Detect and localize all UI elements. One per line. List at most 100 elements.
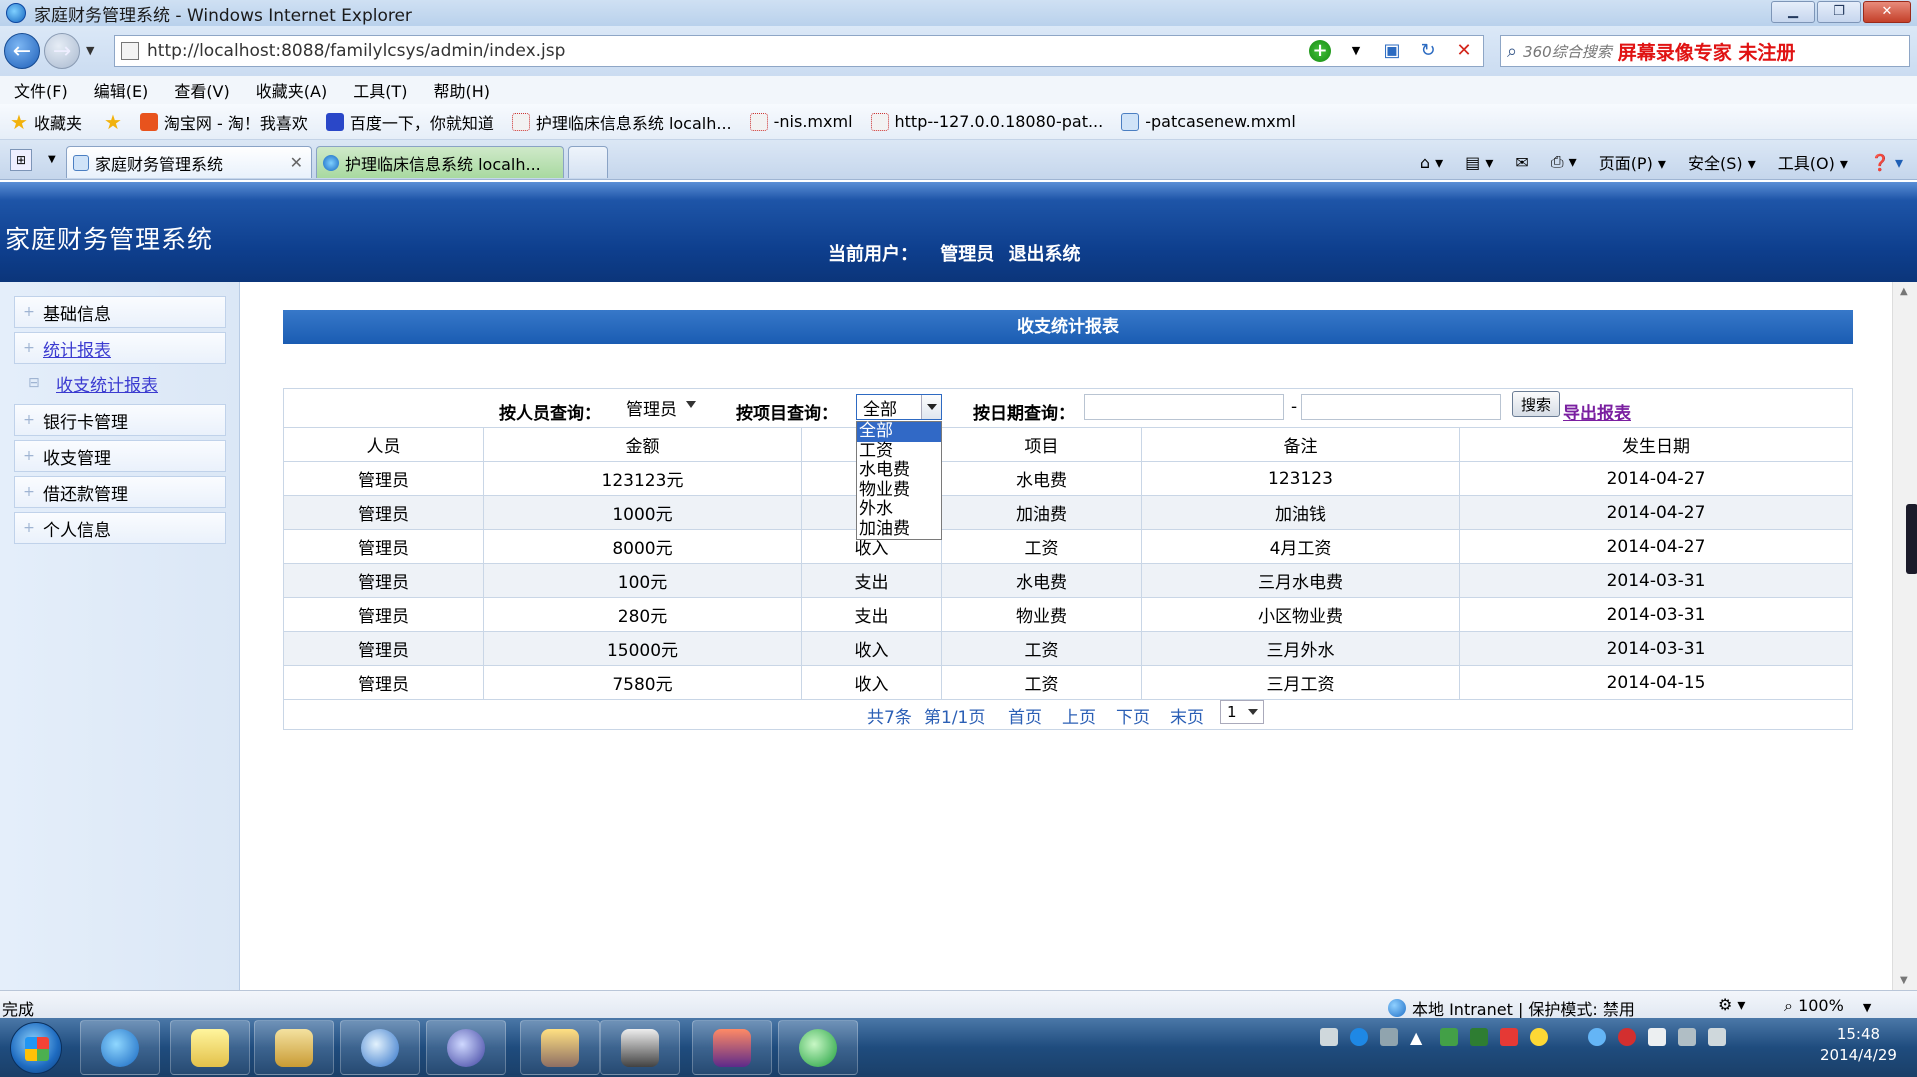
menu-view[interactable]: 查看(V): [174, 78, 229, 102]
address-bar[interactable]: http://localhost:8088/familylcsys/admin/…: [114, 35, 1484, 67]
export-report-link[interactable]: 导出报表: [1563, 399, 1631, 424]
print-icon[interactable]: ⎙ ▾: [1551, 152, 1577, 172]
taskbar-agent[interactable]: [600, 1020, 680, 1075]
fav-item-nis[interactable]: -nis.mxml: [749, 112, 853, 131]
search-button[interactable]: 搜索: [1512, 391, 1561, 417]
fav-item-patcase[interactable]: -patcasenew.mxml: [1121, 112, 1296, 131]
menu-tools[interactable]: 工具(T): [353, 78, 407, 102]
safety-menu[interactable]: 安全(S) ▾: [1688, 150, 1756, 174]
menu-edit[interactable]: 编辑(E): [94, 78, 149, 102]
item-select[interactable]: 全部: [856, 394, 942, 420]
close-window-button[interactable]: ✕: [1863, 1, 1911, 23]
fav-item-nursing[interactable]: 护理临床信息系统 localh...: [511, 110, 732, 134]
qq-tray-icon[interactable]: [1588, 1028, 1606, 1046]
pin-icon[interactable]: [1380, 1028, 1398, 1046]
weibo-icon[interactable]: [1618, 1028, 1636, 1046]
recent-pages-dropdown-icon[interactable]: ▼: [86, 44, 94, 57]
volume-icon[interactable]: [1708, 1028, 1726, 1046]
device-icon[interactable]: [1648, 1028, 1666, 1046]
mail-icon[interactable]: ✉: [1515, 153, 1528, 172]
taskbar-360[interactable]: [778, 1020, 858, 1075]
add-favorite-icon[interactable]: ★: [104, 110, 122, 134]
tools-menu[interactable]: 工具(O) ▾: [1778, 150, 1848, 174]
keyboard-icon[interactable]: [1320, 1028, 1338, 1046]
favorites-button[interactable]: ★ 收藏夹: [10, 110, 82, 134]
menu-file[interactable]: 文件(F): [14, 78, 68, 102]
new-tab-button[interactable]: [568, 146, 608, 178]
zoom-control[interactable]: ⌕ 100% ▼: [1784, 996, 1871, 1016]
help-icon[interactable]: [1350, 1028, 1368, 1046]
start-button[interactable]: [10, 1022, 62, 1074]
browser-search-box[interactable]: ⌕ 360综合搜索 屏幕录像专家 未注册: [1500, 35, 1910, 67]
sidebar-item-statistics[interactable]: + 统计报表: [14, 332, 226, 364]
fav-item-baidu[interactable]: 百度一下，你就知道: [325, 110, 494, 134]
protected-mode-icon[interactable]: ⚙ ▾: [1718, 995, 1745, 1014]
address-dropdown-icon[interactable]: ▼: [1345, 40, 1367, 62]
person-select[interactable]: 管理员: [619, 394, 703, 420]
stop-icon[interactable]: ✕: [1453, 40, 1475, 62]
shield-icon[interactable]: [1470, 1028, 1488, 1046]
refresh-icon[interactable]: ↻: [1417, 40, 1439, 62]
taskbar-javaee-ide[interactable]: [692, 1020, 772, 1075]
dropdown-option[interactable]: 全部: [857, 422, 941, 442]
sidebar-item-bank-cards[interactable]: + 银行卡管理: [14, 404, 226, 436]
add-icon[interactable]: +: [1309, 40, 1331, 62]
dropdown-option[interactable]: 物业费: [857, 480, 941, 501]
taskbar-folder[interactable]: [170, 1020, 250, 1075]
next-page-link[interactable]: 下页: [1116, 703, 1150, 728]
first-page-link[interactable]: 首页: [1008, 703, 1042, 728]
vertical-scrollbar[interactable]: ▲ ▼: [1892, 282, 1917, 990]
feeds-icon[interactable]: ▤ ▾: [1465, 153, 1493, 172]
tab-nursing-system[interactable]: 护理临床信息系统 localh...: [316, 146, 564, 178]
signal-icon[interactable]: [1678, 1028, 1696, 1046]
tab-family-finance[interactable]: 家庭财务管理系统 ✕: [66, 146, 312, 178]
sidebar-item-basic-info[interactable]: + 基础信息: [14, 296, 226, 328]
forward-button[interactable]: →: [44, 33, 80, 69]
dropdown-option[interactable]: 水电费: [857, 461, 941, 481]
taskbar-explorer[interactable]: [254, 1020, 334, 1075]
home-icon[interactable]: ⌂ ▾: [1420, 153, 1443, 172]
scroll-up-icon[interactable]: ▲: [1900, 286, 1908, 297]
taskbar-qq[interactable]: [340, 1020, 420, 1075]
help-icon[interactable]: ❓ ▾: [1870, 153, 1903, 172]
prev-page-link[interactable]: 上页: [1062, 703, 1096, 728]
address-url[interactable]: http://localhost:8088/familylcsys/admin/…: [147, 41, 565, 61]
start-date-input[interactable]: [1084, 394, 1284, 420]
fav-item-pat[interactable]: http--127.0.0.18080-pat...: [870, 112, 1103, 131]
menu-favorites[interactable]: 收藏夹(A): [256, 78, 327, 102]
sidebar-item-personal-info[interactable]: + 个人信息: [14, 512, 226, 544]
taskbar-ie[interactable]: [80, 1020, 160, 1075]
sidebar: + 基础信息 + 统计报表 ⊟ 收支统计报表 + 银行卡管理 + 收支管理 + …: [0, 282, 240, 990]
dropdown-option[interactable]: 外水: [857, 500, 941, 520]
menu-help[interactable]: 帮助(H): [433, 78, 490, 102]
quick-tabs-icon[interactable]: ⊞: [10, 149, 32, 171]
security-zone[interactable]: 本地 Intranet | 保护模式: 禁用: [1388, 996, 1635, 1020]
sidebar-item-income-expense-report[interactable]: ⊟ 收支统计报表: [28, 370, 226, 396]
fav-item-taobao[interactable]: 淘宝网 - 淘！我喜欢: [139, 110, 308, 134]
taskbar-eclipse[interactable]: [426, 1020, 506, 1075]
plus-icon[interactable]: [1530, 1028, 1548, 1046]
restore-button[interactable]: ❐: [1817, 1, 1861, 23]
flag-icon[interactable]: [1500, 1028, 1518, 1046]
sidebar-item-income-expense[interactable]: + 收支管理: [14, 440, 226, 472]
close-tab-icon[interactable]: ✕: [290, 153, 303, 172]
tab-list-dropdown-icon[interactable]: ▼: [48, 154, 56, 165]
end-date-input[interactable]: [1301, 394, 1501, 420]
scroll-down-icon[interactable]: ▼: [1900, 975, 1908, 986]
clock[interactable]: 15:48 2014/4/29: [1820, 1024, 1897, 1066]
compatibility-view-icon[interactable]: ▣: [1381, 40, 1403, 62]
back-button[interactable]: ←: [4, 33, 40, 69]
network-monitor-icon[interactable]: [1440, 1028, 1458, 1046]
logout-link[interactable]: 退出系统: [1009, 244, 1081, 265]
taskbar-tools[interactable]: [520, 1020, 600, 1075]
page-select[interactable]: 1: [1220, 700, 1264, 724]
sidebar-item-loans[interactable]: + 借还款管理: [14, 476, 226, 508]
dropdown-option[interactable]: 工资: [857, 441, 941, 462]
scroll-thumb[interactable]: [1906, 504, 1917, 574]
last-page-link[interactable]: 末页: [1170, 703, 1204, 728]
minimize-button[interactable]: ▁: [1771, 1, 1815, 23]
chevron-down-icon[interactable]: [921, 395, 941, 419]
page-menu[interactable]: 页面(P) ▾: [1599, 150, 1666, 174]
tray-expand-icon[interactable]: ▲: [1410, 1028, 1428, 1047]
dropdown-option[interactable]: 加油费: [857, 520, 941, 540]
